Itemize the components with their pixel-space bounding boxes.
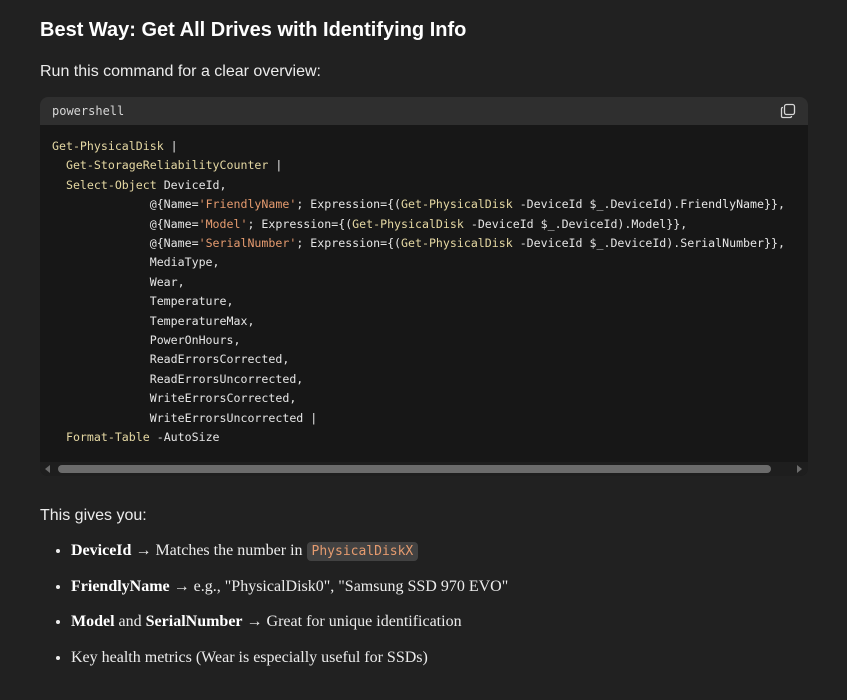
code-token: Get-PhysicalDisk <box>352 216 464 231</box>
horizontal-scrollbar[interactable] <box>40 462 808 476</box>
bullet-bold: FriendlyName <box>71 577 170 595</box>
scroll-right-arrow-icon[interactable] <box>797 465 802 473</box>
code-line: Wear, <box>52 274 185 289</box>
bullet-bold: Model <box>71 613 115 630</box>
list-item: Model and SerialNumber → Great for uniqu… <box>71 611 508 647</box>
scroll-left-arrow-icon[interactable] <box>45 465 50 473</box>
bullet-text: and <box>114 613 146 630</box>
bullet-bold: DeviceId <box>71 542 132 559</box>
benefits-list: DeviceId → Matches the number in Physica… <box>40 540 508 682</box>
code-line: Get-StorageReliabilityCounter | <box>65 158 283 173</box>
bullet-bold: SerialNumber <box>145 613 243 630</box>
code-token: Get-StorageReliabilityCounter <box>65 158 269 173</box>
list-item: Key health metrics (Wear is especially u… <box>71 647 508 683</box>
code-line: Get-PhysicalDisk | <box>52 139 178 153</box>
code-token: Get-PhysicalDisk <box>401 236 513 251</box>
code-token: Format-Table <box>65 430 150 445</box>
code-line: ReadErrorsUncorrected, <box>52 371 304 386</box>
bullet-text: → e.g., "PhysicalDisk0", "Samsung SSD 97… <box>169 577 509 595</box>
code-line: MediaType, <box>52 255 220 270</box>
code-string: 'SerialNumber' <box>198 236 297 251</box>
intro-text: Run this command for a clear overview: <box>40 63 321 80</box>
page-heading: Best Way: Get All Drives with Identifyin… <box>40 19 467 41</box>
list-item: DeviceId → Matches the number in Physica… <box>71 540 508 576</box>
code-line: TemperatureMax, <box>52 313 255 328</box>
code-line: @{Name='Model'; Expression={(Get-Physica… <box>52 216 688 231</box>
code-line: @{Name='SerialNumber'; Expression={(Get-… <box>52 236 785 251</box>
code-content: Get-PhysicalDisk | Get-StorageReliabilit… <box>52 137 808 448</box>
code-string: 'Model' <box>198 216 248 231</box>
code-language-label: powershell <box>52 104 125 118</box>
code-line: Temperature, <box>52 294 234 309</box>
copy-icon[interactable] <box>780 103 796 119</box>
code-token: Get-PhysicalDisk <box>401 197 513 212</box>
code-header: powershell <box>40 97 808 125</box>
code-line: WriteErrorsUncorrected | <box>52 410 318 425</box>
gives-label: This gives you: <box>40 507 147 524</box>
code-line: Format-Table -AutoSize <box>65 430 220 445</box>
code-token: Get-PhysicalDisk <box>52 139 164 153</box>
list-item: FriendlyName → e.g., "PhysicalDisk0", "S… <box>71 576 508 612</box>
scrollbar-thumb[interactable] <box>58 465 771 473</box>
code-block: powershell Get-PhysicalDisk | Get-Storag… <box>40 97 808 476</box>
code-token: Select-Object <box>65 177 157 192</box>
code-line: Select-Object DeviceId, <box>65 177 227 192</box>
bullet-text: → Matches the number in <box>131 542 307 559</box>
code-string: 'FriendlyName' <box>198 197 297 212</box>
inline-code: PhysicalDiskX <box>306 542 419 561</box>
code-line: @{Name='FriendlyName'; Expression={(Get-… <box>52 197 785 212</box>
code-line: ReadErrorsCorrected, <box>52 352 290 367</box>
bullet-text: Key health metrics (Wear is especially u… <box>71 648 428 666</box>
code-line: PowerOnHours, <box>52 333 241 348</box>
bullet-text: → Great for unique identification <box>242 613 462 630</box>
code-line: WriteErrorsCorrected, <box>52 391 297 406</box>
